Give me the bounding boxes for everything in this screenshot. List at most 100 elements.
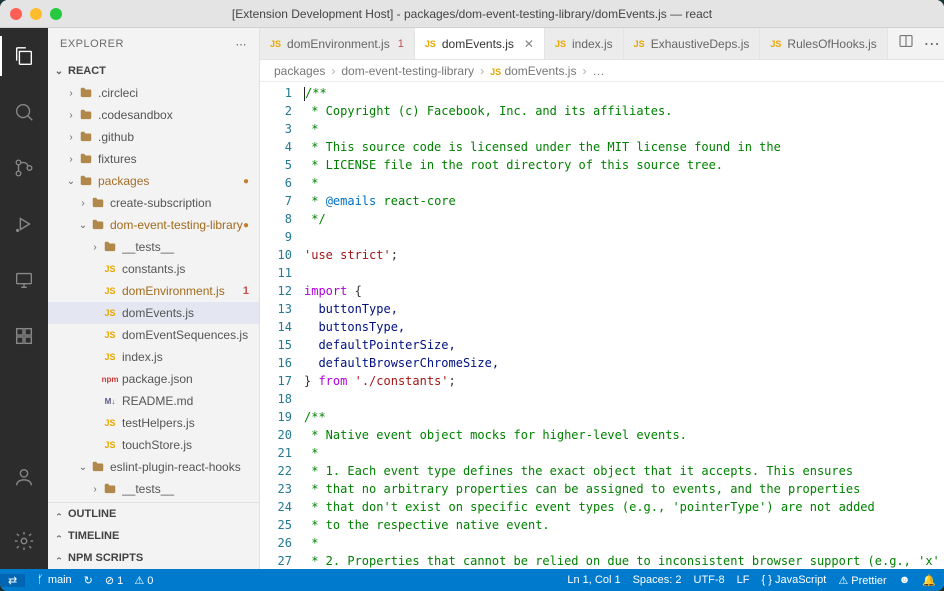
tree-folder[interactable]: ›fixtures (48, 148, 259, 170)
tree-item-label: package.json (122, 372, 253, 386)
breadcrumb-item[interactable]: JS domEvents.js (490, 64, 576, 78)
tree-folder[interactable]: ⌄dom-event-testing-library● (48, 214, 259, 236)
minimize-window-button[interactable] (30, 8, 42, 20)
explorer-header: EXPLORER ⋯ (48, 28, 259, 60)
tree-item-label: testHelpers.js (122, 416, 253, 430)
tree-folder[interactable]: ›.circleci (48, 82, 259, 104)
tree-item-label: domEvents.js (122, 306, 253, 320)
folder-icon (78, 152, 94, 166)
tree-folder[interactable]: › __tests__ (48, 478, 259, 500)
activity-source-control[interactable] (0, 148, 48, 188)
tab-domEnvironment-js[interactable]: JS domEnvironment.js 1 (260, 28, 415, 59)
tree-file[interactable]: domEnvironment.js1 (48, 280, 259, 302)
more-actions-icon[interactable]: ⋯ (924, 34, 940, 54)
tree-item-label: __tests__ (122, 240, 253, 254)
tree-file[interactable]: domEventSequences.js (48, 324, 259, 346)
activity-extensions[interactable] (0, 316, 48, 356)
editor-group: JS domEnvironment.js 1 JS domEvents.js ✕ JSind… (260, 28, 944, 569)
explorer-more-icon[interactable]: ⋯ (236, 38, 248, 51)
folder-icon (90, 218, 106, 232)
tree-folder[interactable]: ›__tests__ (48, 236, 259, 258)
section-label: TIMELINE (68, 530, 119, 542)
modified-dot-icon: ● (243, 220, 249, 231)
code-editor[interactable]: 1234567891011121314151617181920212223242… (260, 82, 944, 569)
js-icon (102, 352, 118, 362)
modified-badge: 1 (398, 38, 404, 50)
status-encoding[interactable]: UTF-8 (694, 574, 725, 586)
chevron-right-icon: › (54, 551, 65, 565)
tab-label: domEnvironment.js (287, 37, 390, 51)
tree-file[interactable]: touchStore.js (48, 434, 259, 456)
js-icon (102, 286, 118, 296)
tree-file[interactable]: constants.js (48, 258, 259, 280)
close-window-button[interactable] (10, 8, 22, 20)
status-remote[interactable]: ⇄ (0, 574, 25, 587)
tree-folder[interactable]: › create-subscription (48, 192, 259, 214)
status-line-col[interactable]: Ln 1, Col 1 (567, 574, 620, 586)
activity-remote[interactable] (0, 260, 48, 300)
status-language[interactable]: { } JavaScript (762, 574, 827, 586)
tree-folder[interactable]: ⌄eslint-plugin-react-hooks (48, 456, 259, 478)
tab-index-js[interactable]: JSindex.js (545, 28, 624, 59)
tree-file[interactable]: testHelpers.js (48, 412, 259, 434)
activity-settings[interactable] (0, 521, 48, 561)
tab-domEvents-js[interactable]: JSdomEvents.js✕ (415, 28, 545, 59)
chevron-right-icon: › (54, 529, 65, 543)
js-icon: JS (270, 39, 281, 49)
status-sync[interactable]: ↻ (84, 574, 93, 587)
folder-icon (102, 482, 118, 496)
maximize-window-button[interactable] (50, 8, 62, 20)
activity-debug[interactable] (0, 204, 48, 244)
status-problems[interactable]: ⊘ 1 ⚠ 0 (105, 574, 154, 587)
js-icon: JS (770, 39, 781, 49)
activity-accounts[interactable] (0, 457, 48, 497)
tree-folder[interactable]: ⌄packages● (48, 170, 259, 192)
breadcrumb[interactable]: packages›dom-event-testing-library›JS do… (260, 60, 944, 82)
tree-folder[interactable]: ›.github (48, 126, 259, 148)
section-npm-scripts[interactable]: ›NPM SCRIPTS (48, 547, 259, 569)
tree-item-label: domEventSequences.js (122, 328, 253, 342)
tab-RulesOfHooks-js[interactable]: JSRulesOfHooks.js (760, 28, 887, 59)
tree-folder[interactable]: ›.codesandbox (48, 104, 259, 126)
breadcrumb-item[interactable]: … (592, 64, 604, 78)
app-window: [Extension Development Host] - packages/… (0, 0, 944, 591)
chevron-icon: › (76, 198, 90, 209)
section-outline[interactable]: ›OUTLINE (48, 503, 259, 525)
activity-search[interactable] (0, 92, 48, 132)
tree-item-label: create-subscription (110, 196, 253, 210)
tree-item-label: eslint-plugin-react-hooks (110, 460, 253, 474)
breadcrumb-item[interactable]: packages (274, 64, 325, 78)
status-spaces[interactable]: Spaces: 2 (633, 574, 682, 586)
tree-folder[interactable]: ›npm (48, 500, 259, 502)
status-prettier[interactable]: ⚠ Prettier (838, 574, 886, 587)
folder-icon (102, 240, 118, 254)
tree-item-label: packages (98, 174, 253, 188)
chevron-icon: ⌄ (64, 176, 78, 187)
chevron-icon: › (88, 484, 102, 495)
tab-label: ExhaustiveDeps.js (651, 37, 750, 51)
chevron-right-icon: › (54, 507, 65, 521)
tree-file[interactable]: README.md (48, 390, 259, 412)
tree-file[interactable]: domEvents.js (48, 302, 259, 324)
chevron-icon: › (64, 154, 78, 165)
tree-file[interactable]: package.json (48, 368, 259, 390)
status-notifications[interactable]: 🔔 (922, 574, 936, 587)
tab-ExhaustiveDeps-js[interactable]: JSExhaustiveDeps.js (624, 28, 761, 59)
tree-file[interactable]: index.js (48, 346, 259, 368)
tree-item-label: __tests__ (122, 482, 253, 496)
folder-icon (90, 196, 106, 210)
status-branch[interactable]: ᚶ main (37, 574, 71, 586)
status-eol[interactable]: LF (737, 574, 750, 586)
folder-icon (78, 86, 94, 100)
split-editor-icon[interactable] (898, 33, 914, 54)
close-tab-icon[interactable]: ✕ (524, 37, 534, 51)
activity-explorer[interactable] (0, 36, 48, 76)
section-timeline[interactable]: ›TIMELINE (48, 525, 259, 547)
explorer-root-section[interactable]: ⌄ REACT (48, 60, 259, 82)
tab-label: domEvents.js (442, 37, 514, 51)
tree-item-label: dom-event-testing-library (110, 218, 253, 232)
status-feedback[interactable]: ☻ (899, 574, 911, 586)
code-content[interactable]: /** * Copyright (c) Facebook, Inc. and i… (304, 82, 944, 569)
tree-item-label: domEnvironment.js (122, 284, 253, 298)
breadcrumb-item[interactable]: dom-event-testing-library (341, 64, 474, 78)
